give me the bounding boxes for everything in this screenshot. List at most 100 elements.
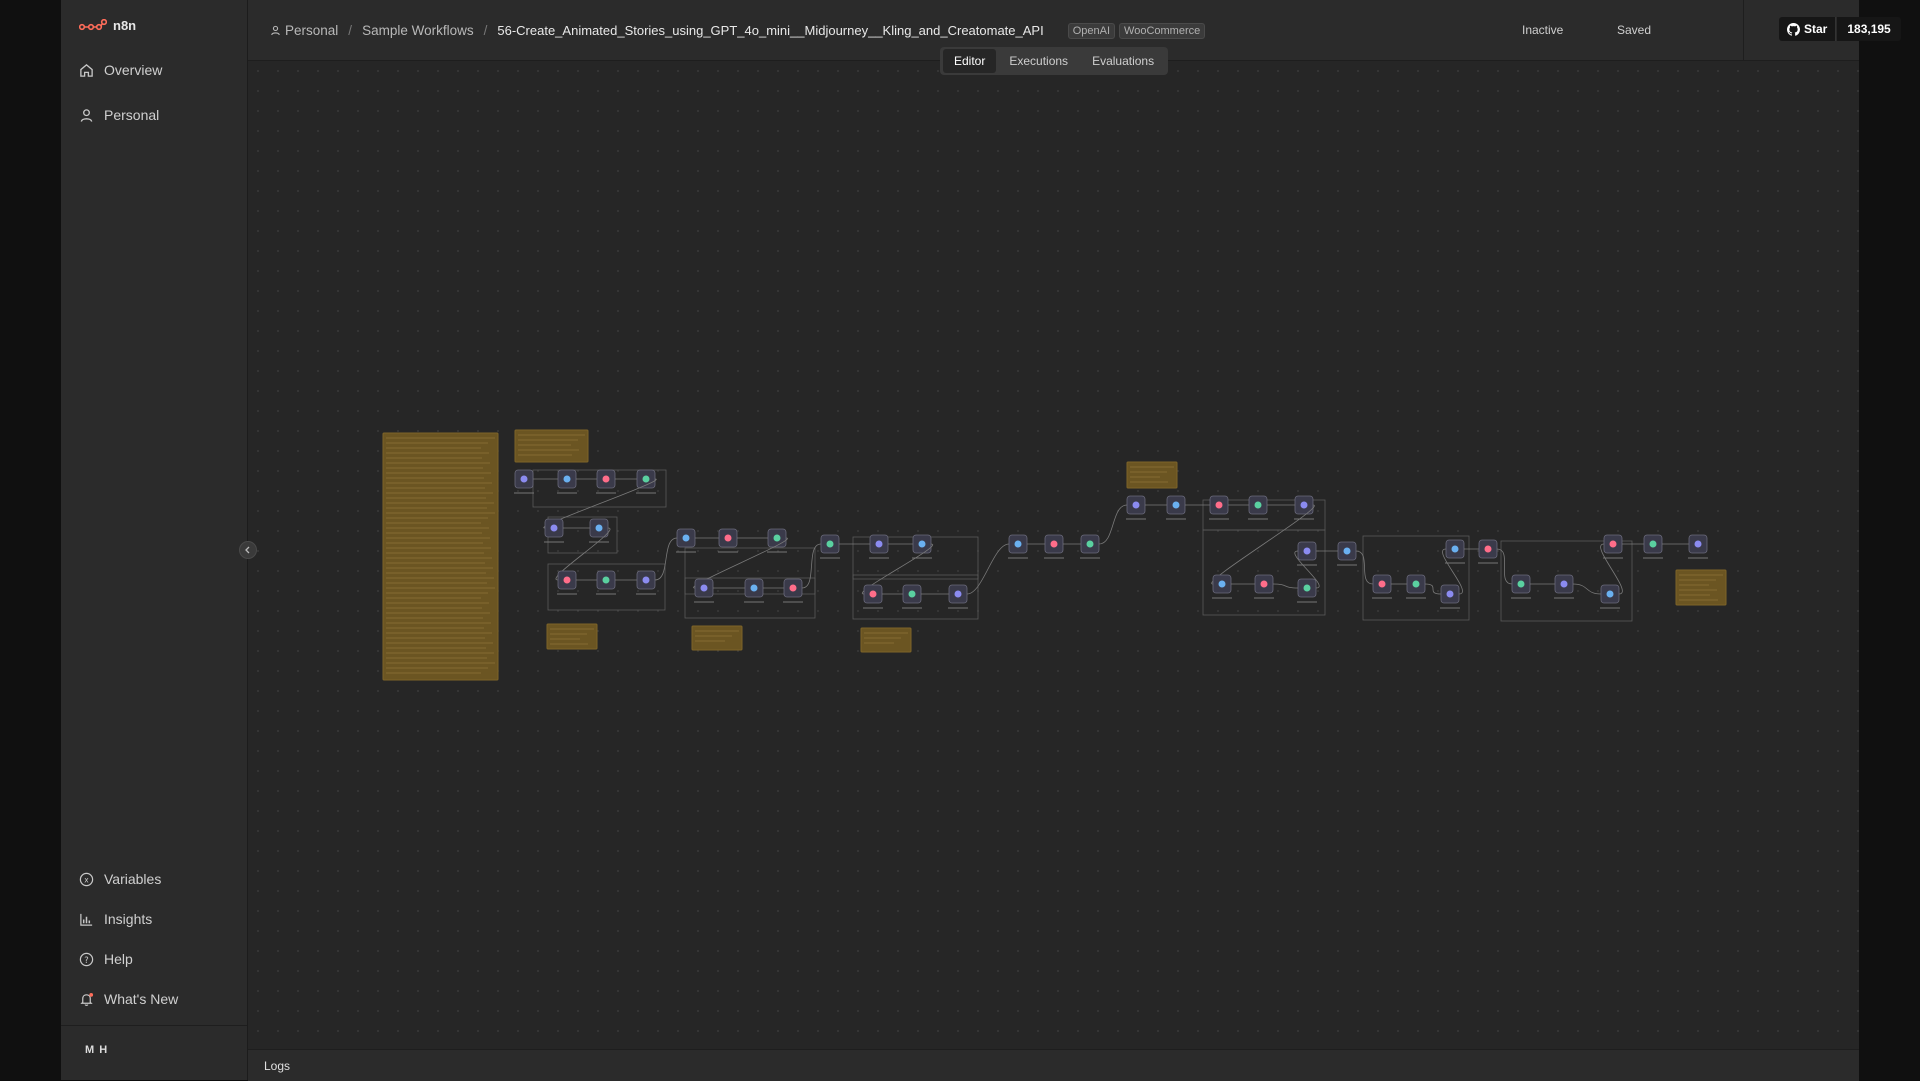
view-tabs: Editor Executions Evaluations bbox=[940, 47, 1169, 75]
node-icon[interactable] bbox=[602, 576, 610, 584]
sidebar-item-variables[interactable]: x Variables bbox=[79, 868, 161, 890]
node-icon[interactable] bbox=[918, 540, 926, 548]
node-icon[interactable] bbox=[869, 590, 877, 598]
collapse-sidebar-button[interactable] bbox=[239, 541, 257, 559]
active-status[interactable]: Inactive bbox=[1522, 23, 1563, 37]
node-icon[interactable] bbox=[908, 590, 916, 598]
node-icon[interactable] bbox=[642, 475, 650, 483]
connection-line bbox=[1272, 583, 1299, 589]
node-icon[interactable] bbox=[595, 524, 603, 532]
header-divider bbox=[1743, 0, 1744, 60]
node-icon[interactable] bbox=[1343, 547, 1351, 555]
save-status: Saved bbox=[1617, 23, 1652, 37]
node-icon[interactable] bbox=[1609, 540, 1617, 548]
node-icon[interactable] bbox=[550, 524, 558, 532]
breadcrumb-sample-workflows[interactable]: Sample Workflows bbox=[362, 23, 474, 38]
sidebar-item-personal[interactable]: Personal bbox=[79, 104, 159, 126]
node-icon[interactable] bbox=[1050, 540, 1058, 548]
node-icon[interactable] bbox=[1132, 501, 1140, 509]
github-icon bbox=[1787, 22, 1800, 36]
node-icon[interactable] bbox=[1606, 590, 1614, 598]
app-name: n8n bbox=[113, 18, 137, 33]
node-icon[interactable] bbox=[789, 584, 797, 592]
node-icon[interactable] bbox=[1300, 501, 1308, 509]
node-icon[interactable] bbox=[682, 534, 690, 542]
connection-line bbox=[1496, 548, 1513, 585]
app-window: n8n Overview Personal x Variables Insigh… bbox=[61, 0, 1901, 1081]
workflow-title[interactable]: 56-Create_Animated_Stories_using_GPT_4o_… bbox=[497, 23, 1043, 38]
node-icon[interactable] bbox=[1517, 580, 1525, 588]
sidebar-item-label: Help bbox=[104, 951, 133, 967]
node-icon[interactable] bbox=[1086, 540, 1094, 548]
github-star-count: 183,195 bbox=[1836, 17, 1901, 41]
node-icon[interactable] bbox=[700, 584, 708, 592]
node-icon[interactable] bbox=[724, 534, 732, 542]
tab-editor[interactable]: Editor bbox=[943, 49, 997, 73]
svg-text:?: ? bbox=[84, 954, 88, 964]
n8n-logo[interactable]: n8n bbox=[79, 18, 136, 33]
node-icon[interactable] bbox=[1378, 580, 1386, 588]
home-icon bbox=[80, 63, 93, 77]
workflow-canvas[interactable] bbox=[248, 61, 1859, 1049]
node-icon[interactable] bbox=[642, 576, 650, 584]
logs-panel[interactable]: Logs bbox=[248, 1049, 1859, 1081]
sidebar-item-label: Personal bbox=[104, 107, 160, 123]
chart-icon bbox=[80, 913, 93, 926]
connection-line bbox=[801, 543, 822, 589]
sidebar: n8n Overview Personal x Variables Insigh… bbox=[61, 0, 274, 1081]
node-icon[interactable] bbox=[1260, 580, 1268, 588]
user-icon bbox=[271, 25, 280, 36]
node-icon[interactable] bbox=[1649, 540, 1657, 548]
node-icon[interactable] bbox=[1215, 501, 1223, 509]
sticky-note bbox=[546, 623, 598, 650]
logs-label: Logs bbox=[264, 1059, 291, 1073]
node-icon[interactable] bbox=[1172, 501, 1180, 509]
node-icon[interactable] bbox=[1014, 540, 1022, 548]
connection-line bbox=[1098, 504, 1128, 545]
node-icon[interactable] bbox=[773, 534, 781, 542]
connection-line bbox=[1572, 583, 1602, 595]
sidebar-item-help[interactable]: ? Help bbox=[79, 948, 274, 970]
node-icon[interactable] bbox=[602, 475, 610, 483]
workflow-graph bbox=[382, 429, 1727, 681]
github-star-button[interactable]: Star 183,195 bbox=[1779, 17, 1901, 41]
node-icon[interactable] bbox=[826, 540, 834, 548]
node-icon[interactable] bbox=[954, 590, 962, 598]
tab-executions[interactable]: Executions bbox=[998, 49, 1079, 73]
tag-openai[interactable]: OpenAI bbox=[1067, 23, 1116, 39]
node-icon[interactable] bbox=[750, 584, 758, 592]
node-icon[interactable] bbox=[1446, 590, 1454, 598]
right-margin bbox=[1859, 0, 1920, 1080]
connection-line bbox=[1424, 583, 1442, 595]
breadcrumb-personal[interactable]: Personal bbox=[285, 23, 338, 38]
node-icon[interactable] bbox=[1254, 501, 1262, 509]
sidebar-item-overview[interactable]: Overview bbox=[79, 59, 162, 81]
connection-line bbox=[654, 537, 678, 581]
sidebar-item-label: Overview bbox=[104, 62, 163, 78]
connection-line bbox=[966, 543, 1010, 595]
tab-evaluations[interactable]: Evaluations bbox=[1081, 49, 1165, 73]
node-icon[interactable] bbox=[1451, 545, 1459, 553]
node-icon[interactable] bbox=[1218, 580, 1226, 588]
node-icon[interactable] bbox=[1560, 580, 1568, 588]
sticky-note bbox=[1126, 461, 1178, 489]
node-icon[interactable] bbox=[1303, 584, 1311, 592]
node-icon[interactable] bbox=[563, 576, 571, 584]
node-icon[interactable] bbox=[563, 475, 571, 483]
node-icon[interactable] bbox=[1303, 547, 1311, 555]
node-icon[interactable] bbox=[875, 540, 883, 548]
node-icon[interactable] bbox=[1484, 545, 1492, 553]
bell-icon bbox=[80, 992, 94, 1006]
tag-woocommerce[interactable]: WooCommerce bbox=[1119, 23, 1206, 39]
left-margin bbox=[0, 0, 61, 1080]
avatar[interactable]: M H bbox=[85, 1044, 108, 1056]
node-icon[interactable] bbox=[1694, 540, 1702, 548]
sidebar-item-insights[interactable]: Insights bbox=[79, 908, 152, 930]
sidebar-item-label: Insights bbox=[104, 911, 153, 927]
connection-line bbox=[1355, 550, 1374, 585]
sidebar-item-label: Variables bbox=[104, 871, 162, 887]
sidebar-item-whats-new[interactable]: What's New bbox=[79, 988, 274, 1010]
user-area: M H bbox=[61, 1025, 247, 1081]
node-icon[interactable] bbox=[520, 475, 528, 483]
node-icon[interactable] bbox=[1412, 580, 1420, 588]
